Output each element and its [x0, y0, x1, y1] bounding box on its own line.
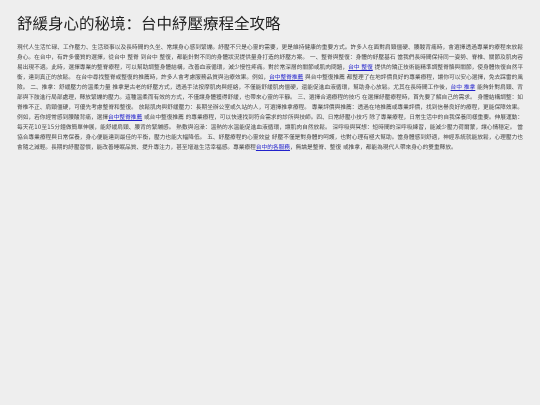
article-body: 現代人生活忙碌、工作壓力、生活瑣事以及長時間的久坐、常讓身心感到緊繃。紓壓不只是…: [17, 43, 523, 153]
inline-link[interactable]: 台中 推拿: [451, 85, 476, 91]
inline-link[interactable]: 台中的各服務: [256, 145, 290, 151]
page-title: 舒緩身心的秘境：台中紓壓療程全攻略: [17, 15, 281, 33]
inline-link[interactable]: 台中整脊推薦: [108, 115, 142, 121]
article-page: 舒緩身心的秘境：台中紓壓療程全攻略 現代人生活忙碌、工作壓力、生活瑣事以及長時間…: [0, 0, 540, 405]
inline-link[interactable]: 台中 整復: [348, 65, 373, 71]
inline-link[interactable]: 台中整脊推薦: [269, 75, 303, 81]
paragraph-text: ，無論是整脊、整復 或推拿，都能為現代人帶來身心的雙重釋放。: [290, 145, 457, 151]
